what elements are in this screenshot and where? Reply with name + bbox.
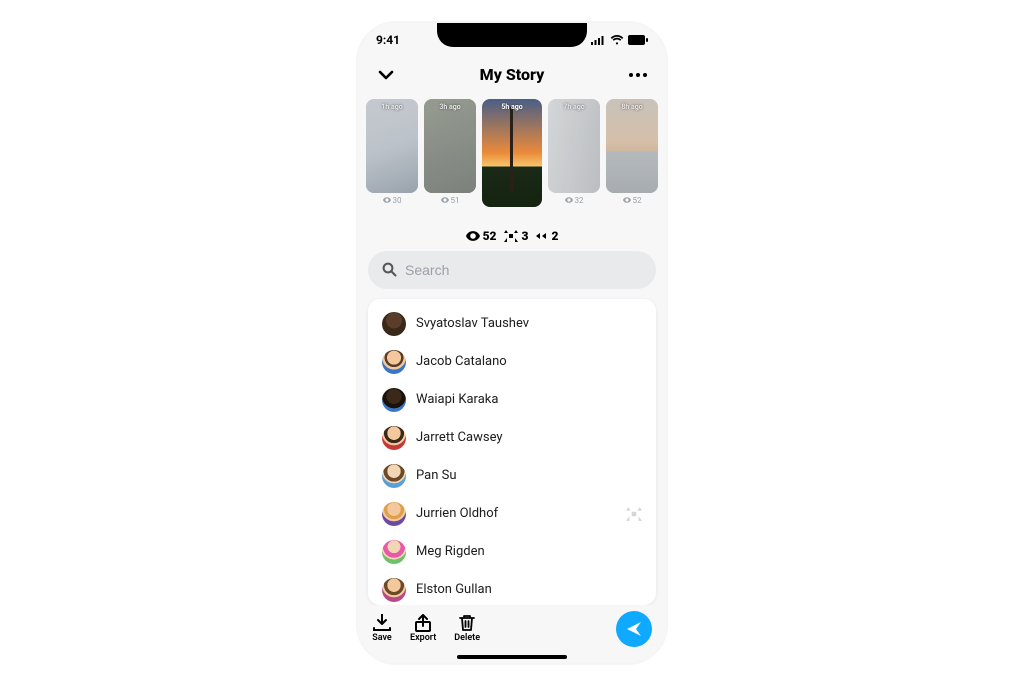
eye-icon	[441, 197, 449, 203]
eye-icon	[466, 231, 480, 241]
story-thumb-0[interactable]: 1h ago 30	[366, 99, 418, 205]
viewer-name: Svyatoslav Taushev	[416, 316, 642, 331]
replay-icon	[536, 231, 548, 241]
avatar	[382, 540, 406, 564]
send-icon	[625, 620, 643, 638]
metric-views: 52	[466, 229, 497, 243]
download-icon	[372, 614, 392, 632]
header: My Story	[358, 57, 666, 93]
viewer-name: Pan Su	[416, 468, 642, 483]
avatar	[382, 502, 406, 526]
story-thumb-2[interactable]: 5h ago 52	[482, 99, 542, 219]
viewers-list: Svyatoslav Taushev Jacob Catalano Waiapi…	[368, 299, 656, 605]
chevron-down-icon	[377, 66, 395, 84]
page-title: My Story	[480, 65, 545, 84]
viewer-name: Elston Gullan	[416, 582, 642, 597]
status-indicators	[591, 35, 648, 45]
share-icon	[413, 614, 433, 632]
trash-icon	[458, 614, 476, 632]
avatar	[382, 578, 406, 602]
device-notch	[437, 23, 587, 47]
viewer-name: Waiapi Karaka	[416, 392, 642, 407]
ellipsis-icon	[629, 73, 647, 77]
more-button[interactable]	[624, 61, 652, 89]
viewer-row[interactable]: Jacob Catalano	[368, 343, 656, 381]
battery-icon	[628, 35, 648, 45]
avatar	[382, 464, 406, 488]
story-views-1: 51	[441, 196, 460, 205]
eye-icon	[623, 197, 631, 203]
story-thumb-3[interactable]: 7h ago 32	[548, 99, 600, 205]
search-bar[interactable]	[368, 251, 656, 289]
viewer-row[interactable]: Waiapi Karaka	[368, 381, 656, 419]
story-carousel[interactable]: 1h ago 30 3h ago 51 5h ago 52 7h ago	[358, 97, 666, 227]
send-button[interactable]	[616, 611, 652, 647]
story-views-0: 30	[383, 196, 402, 205]
viewer-row[interactable]: Elston Gullan	[368, 571, 656, 605]
avatar	[382, 350, 406, 374]
screenshot-indicator-icon	[626, 506, 642, 522]
viewer-name: Jarrett Cawsey	[416, 430, 642, 445]
viewer-name: Jacob Catalano	[416, 354, 642, 369]
viewer-row[interactable]: Jarrett Cawsey	[368, 419, 656, 457]
cellular-icon	[591, 35, 606, 45]
story-thumb-4[interactable]: 8h ago 52	[606, 99, 658, 205]
story-thumb-1[interactable]: 3h ago 51	[424, 99, 476, 205]
eye-icon	[565, 197, 573, 203]
viewer-row[interactable]: Jurrien Oldhof	[368, 495, 656, 533]
story-views-3: 32	[565, 196, 584, 205]
story-views-4: 52	[623, 196, 642, 205]
viewer-name: Meg Rigden	[416, 544, 642, 559]
avatar	[382, 426, 406, 450]
eye-icon	[383, 197, 391, 203]
back-button[interactable]	[372, 61, 400, 89]
avatar	[382, 388, 406, 412]
viewer-name: Jurrien Oldhof	[416, 506, 616, 521]
story-metrics: 52 3 2	[358, 229, 666, 243]
home-indicator[interactable]	[457, 655, 567, 659]
phone-frame: 9:41 My Story 1h ago 30 3h ago 51	[358, 23, 666, 663]
viewer-row[interactable]: Pan Su	[368, 457, 656, 495]
viewer-row[interactable]: Meg Rigden	[368, 533, 656, 571]
save-button[interactable]: Save	[372, 614, 392, 643]
export-button[interactable]: Export	[410, 614, 436, 643]
metric-replays: 2	[536, 229, 558, 243]
search-input[interactable]	[405, 262, 642, 278]
delete-button[interactable]: Delete	[454, 614, 480, 643]
viewer-row[interactable]: Svyatoslav Taushev	[368, 305, 656, 343]
screenshot-icon	[504, 230, 518, 242]
status-time: 9:41	[376, 33, 400, 47]
metric-screenshots: 3	[504, 229, 528, 243]
avatar	[382, 312, 406, 336]
wifi-icon	[610, 35, 624, 45]
search-icon	[382, 262, 397, 277]
